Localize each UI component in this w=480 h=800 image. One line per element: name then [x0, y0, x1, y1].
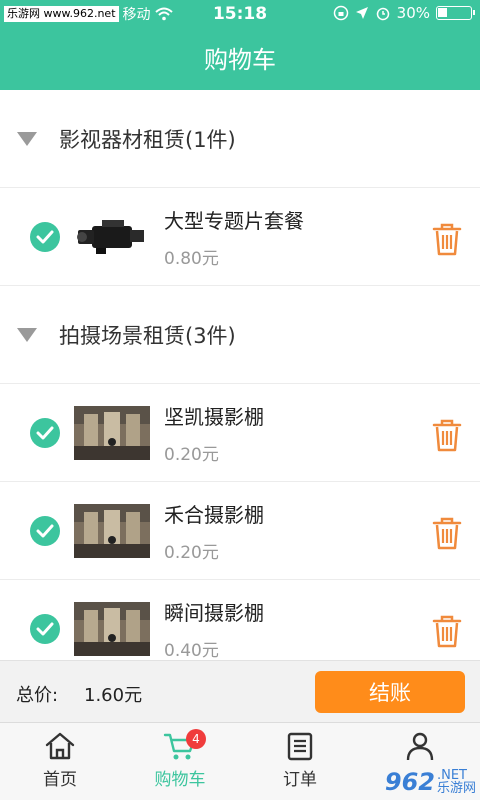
tab-label: 订单 — [283, 770, 317, 790]
cart-item[interactable]: 瞬间摄影棚 0.40元 — [0, 580, 480, 660]
site-logo: 962 .NET 乐游网 — [385, 768, 476, 796]
user-icon — [406, 732, 434, 761]
tab-cart[interactable]: 4 购物车 — [120, 723, 240, 800]
battery-icon — [436, 6, 475, 20]
group-header-equipment[interactable]: 影视器材租赁(1件) — [0, 90, 480, 188]
item-price: 0.40元 — [164, 640, 219, 661]
check-circle-icon[interactable] — [30, 515, 60, 546]
total-value: 1.60元 — [84, 685, 143, 706]
home-icon — [45, 732, 75, 760]
item-price: 0.80元 — [164, 248, 219, 269]
group-title: 影视器材租赁(1件) — [59, 127, 236, 152]
item-price: 0.20元 — [164, 542, 219, 563]
checkout-bar: 总价: 1.60元 结账 — [0, 660, 480, 722]
cart-badge: 4 — [186, 729, 206, 749]
trash-icon[interactable] — [432, 418, 462, 452]
check-circle-icon[interactable] — [30, 417, 60, 448]
battery-percent: 30% — [396, 4, 430, 22]
tab-label: 购物车 — [154, 770, 206, 790]
alarm-icon — [376, 7, 389, 21]
camera-thumbnail — [77, 219, 144, 254]
item-price: 0.20元 — [164, 444, 219, 465]
cart-item[interactable]: 禾合摄影棚 0.20元 — [0, 482, 480, 580]
item-name: 大型专题片套餐 — [164, 208, 304, 233]
cart-list[interactable]: 影视器材租赁(1件) 大型专题片套餐 0.80元 拍摄场景租赁(3件) 坚凯摄影… — [0, 90, 480, 660]
group-header-scenes[interactable]: 拍摄场景租赁(3件) — [0, 286, 480, 384]
collapse-triangle-icon[interactable] — [17, 327, 37, 342]
orders-icon — [287, 732, 313, 761]
tab-label: 首页 — [43, 770, 77, 790]
cart-item[interactable]: 大型专题片套餐 0.80元 — [0, 188, 480, 286]
tab-bar: 首页 4 购物车 订单 962 .NET 乐游网 — [0, 722, 480, 800]
tab-orders[interactable]: 订单 — [240, 723, 360, 800]
trash-icon[interactable] — [432, 222, 462, 256]
studio-thumbnail — [74, 601, 150, 656]
check-circle-icon[interactable] — [30, 221, 60, 252]
page-title: 购物车 — [204, 46, 276, 74]
total-label: 总价: — [16, 685, 59, 706]
studio-thumbnail — [74, 503, 150, 558]
rotation-lock-icon — [333, 5, 348, 21]
header: 乐游网 www.962.net 移动 15:18 30% 购物车 — [0, 0, 480, 90]
logo-sub2: 乐游网 — [436, 781, 476, 796]
status-bar: 乐游网 www.962.net 移动 15:18 30% — [0, 0, 480, 28]
checkout-button[interactable]: 结账 — [315, 671, 465, 713]
group-title: 拍摄场景租赁(3件) — [59, 323, 236, 348]
trash-icon[interactable] — [432, 516, 462, 550]
check-circle-icon[interactable] — [30, 613, 60, 644]
cart-item[interactable]: 坚凯摄影棚 0.20元 — [0, 384, 480, 482]
studio-thumbnail — [74, 405, 150, 460]
item-name: 坚凯摄影棚 — [164, 404, 264, 429]
trash-icon[interactable] — [432, 614, 462, 648]
location-icon — [355, 7, 368, 19]
item-name: 瞬间摄影棚 — [164, 600, 264, 625]
item-name: 禾合摄影棚 — [164, 502, 264, 527]
logo-main: 962 — [384, 768, 435, 796]
collapse-triangle-icon[interactable] — [17, 131, 37, 146]
tab-home[interactable]: 首页 — [0, 723, 120, 800]
